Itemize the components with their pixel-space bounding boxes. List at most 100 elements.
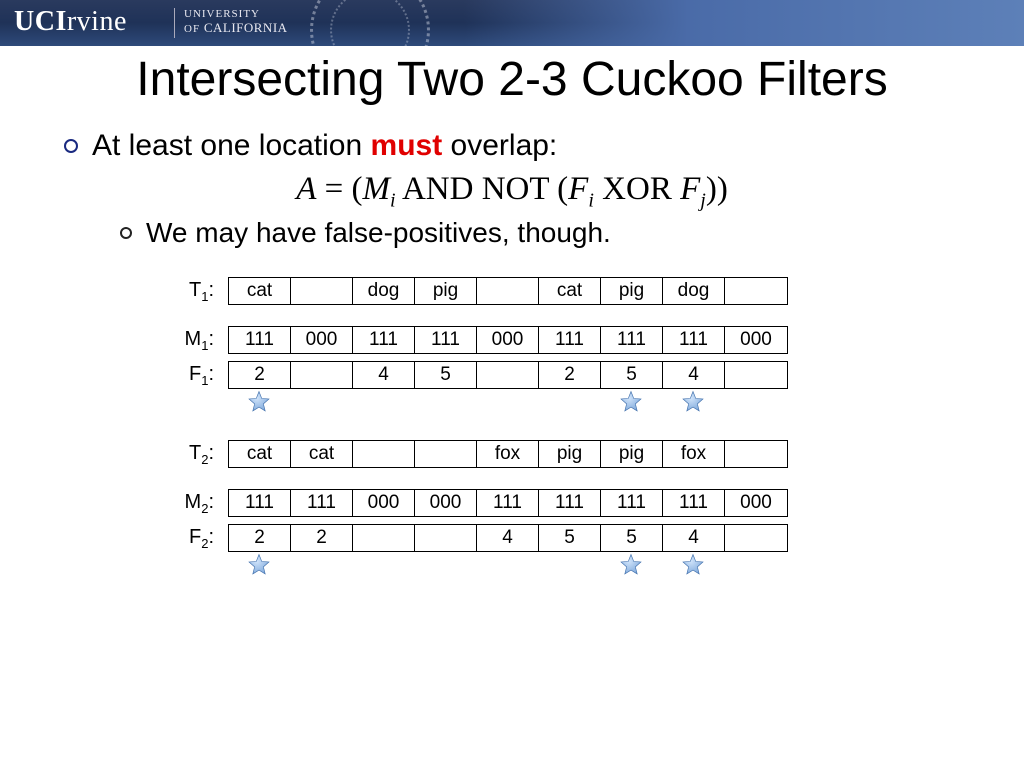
cells-f2: 224554 — [228, 524, 788, 552]
bullet-2-text: We may have false-positives, though. — [146, 217, 611, 249]
table-cell — [353, 441, 415, 467]
header-sky — [464, 0, 1024, 46]
bullet-icon — [120, 227, 132, 239]
table-cell: 111 — [229, 327, 291, 353]
table-cell: cat — [229, 441, 291, 467]
table-cell — [415, 441, 477, 467]
table-cell: pig — [601, 278, 663, 304]
table-cell: 4 — [663, 525, 725, 551]
table-cell: fox — [477, 441, 539, 467]
stars-2 — [228, 553, 984, 583]
star-slot — [228, 390, 290, 419]
bullet-1-text: At least one location must overlap: — [92, 129, 557, 163]
row-t1: T1: catdogpigcatpigdog — [170, 277, 984, 306]
logo-subtitle: UNIVERSITY OF CALIFORNIA — [184, 8, 288, 36]
star-slot — [662, 553, 724, 582]
table-cell: 000 — [725, 327, 787, 353]
cells-m1: 111000111111000111111111000 — [228, 326, 788, 354]
bullet-2: We may have false-positives, though. — [120, 217, 984, 249]
table-cell: 2 — [539, 362, 601, 388]
star-slot — [600, 390, 662, 419]
stars-1 — [228, 390, 984, 420]
table-cell: 111 — [477, 490, 539, 516]
logo-rest: rvine — [67, 6, 127, 37]
table-cell: 000 — [353, 490, 415, 516]
table-cell: fox — [663, 441, 725, 467]
table-cell — [725, 362, 787, 388]
bullet-icon — [64, 139, 78, 153]
star-slot — [662, 390, 724, 419]
table-cell: cat — [539, 278, 601, 304]
formula: A = (Mi AND NOT (Fi XOR Fj)) — [40, 171, 984, 213]
table-cell: 5 — [415, 362, 477, 388]
table-cell: pig — [539, 441, 601, 467]
logo-separator — [174, 8, 175, 38]
label-t1: T1: — [170, 279, 228, 304]
table-cell: 4 — [477, 525, 539, 551]
header-banner: UCIrvine UNIVERSITY OF CALIFORNIA — [0, 0, 1024, 46]
slide-title: Intersecting Two 2-3 Cuckoo Filters — [0, 52, 1024, 107]
star-slot — [600, 553, 662, 582]
label-m2: M2: — [170, 491, 228, 516]
bullet-1: At least one location must overlap: — [64, 129, 984, 163]
table-cell — [477, 278, 539, 304]
label-m1: M1: — [170, 328, 228, 353]
table-cell — [353, 525, 415, 551]
label-f2: F2: — [170, 526, 228, 551]
table-cell: 111 — [353, 327, 415, 353]
uci-logo: UCIrvine — [14, 6, 127, 38]
table-cell: 4 — [353, 362, 415, 388]
row-f1: F1: 245254 — [170, 361, 984, 390]
table-cell: 5 — [601, 362, 663, 388]
table-cell — [415, 525, 477, 551]
star-icon — [247, 553, 271, 577]
table-cell — [725, 278, 787, 304]
table-cell — [291, 278, 353, 304]
logo-bold: UCI — [14, 6, 67, 37]
slide-content: At least one location must overlap: A = … — [0, 107, 1024, 583]
cells-t1: catdogpigcatpigdog — [228, 277, 788, 305]
table-cell: 4 — [663, 362, 725, 388]
seal-ring-inner — [330, 0, 410, 46]
star-icon — [681, 553, 705, 577]
table-cell: cat — [229, 278, 291, 304]
table-cell: 111 — [663, 490, 725, 516]
table-cell: pig — [415, 278, 477, 304]
table-cell: 000 — [415, 490, 477, 516]
table-cell: 5 — [539, 525, 601, 551]
star-icon — [681, 390, 705, 414]
table-cell: 111 — [229, 490, 291, 516]
table-cell: 111 — [601, 490, 663, 516]
table-cell: cat — [291, 441, 353, 467]
row-m2: M2: 111111000000111111111111000 — [170, 489, 984, 518]
table-cell: 111 — [415, 327, 477, 353]
tables-area: T1: catdogpigcatpigdog M1: 1110001111110… — [170, 277, 984, 583]
star-slot — [228, 553, 290, 582]
table-cell — [477, 362, 539, 388]
label-f1: F1: — [170, 363, 228, 388]
table-cell: 111 — [291, 490, 353, 516]
table-cell: 111 — [539, 327, 601, 353]
table-cell: 2 — [291, 525, 353, 551]
star-icon — [619, 553, 643, 577]
logo-sub-line2: OF CALIFORNIA — [184, 21, 288, 36]
table-cell: dog — [663, 278, 725, 304]
cells-t2: catcatfoxpigpigfox — [228, 440, 788, 468]
table-cell: 111 — [539, 490, 601, 516]
table-cell: 000 — [291, 327, 353, 353]
emphasis-must: must — [371, 129, 443, 162]
table-cell: 111 — [663, 327, 725, 353]
star-icon — [247, 390, 271, 414]
table-cell: 2 — [229, 525, 291, 551]
table-cell: 2 — [229, 362, 291, 388]
table-cell — [725, 525, 787, 551]
table-cell: pig — [601, 441, 663, 467]
label-t2: T2: — [170, 442, 228, 467]
table-cell: 000 — [477, 327, 539, 353]
table-cell — [291, 362, 353, 388]
table-cell: 111 — [601, 327, 663, 353]
table-cell: 000 — [725, 490, 787, 516]
row-f2: F2: 224554 — [170, 524, 984, 553]
cells-m2: 111111000000111111111111000 — [228, 489, 788, 517]
row-m1: M1: 111000111111000111111111000 — [170, 326, 984, 355]
